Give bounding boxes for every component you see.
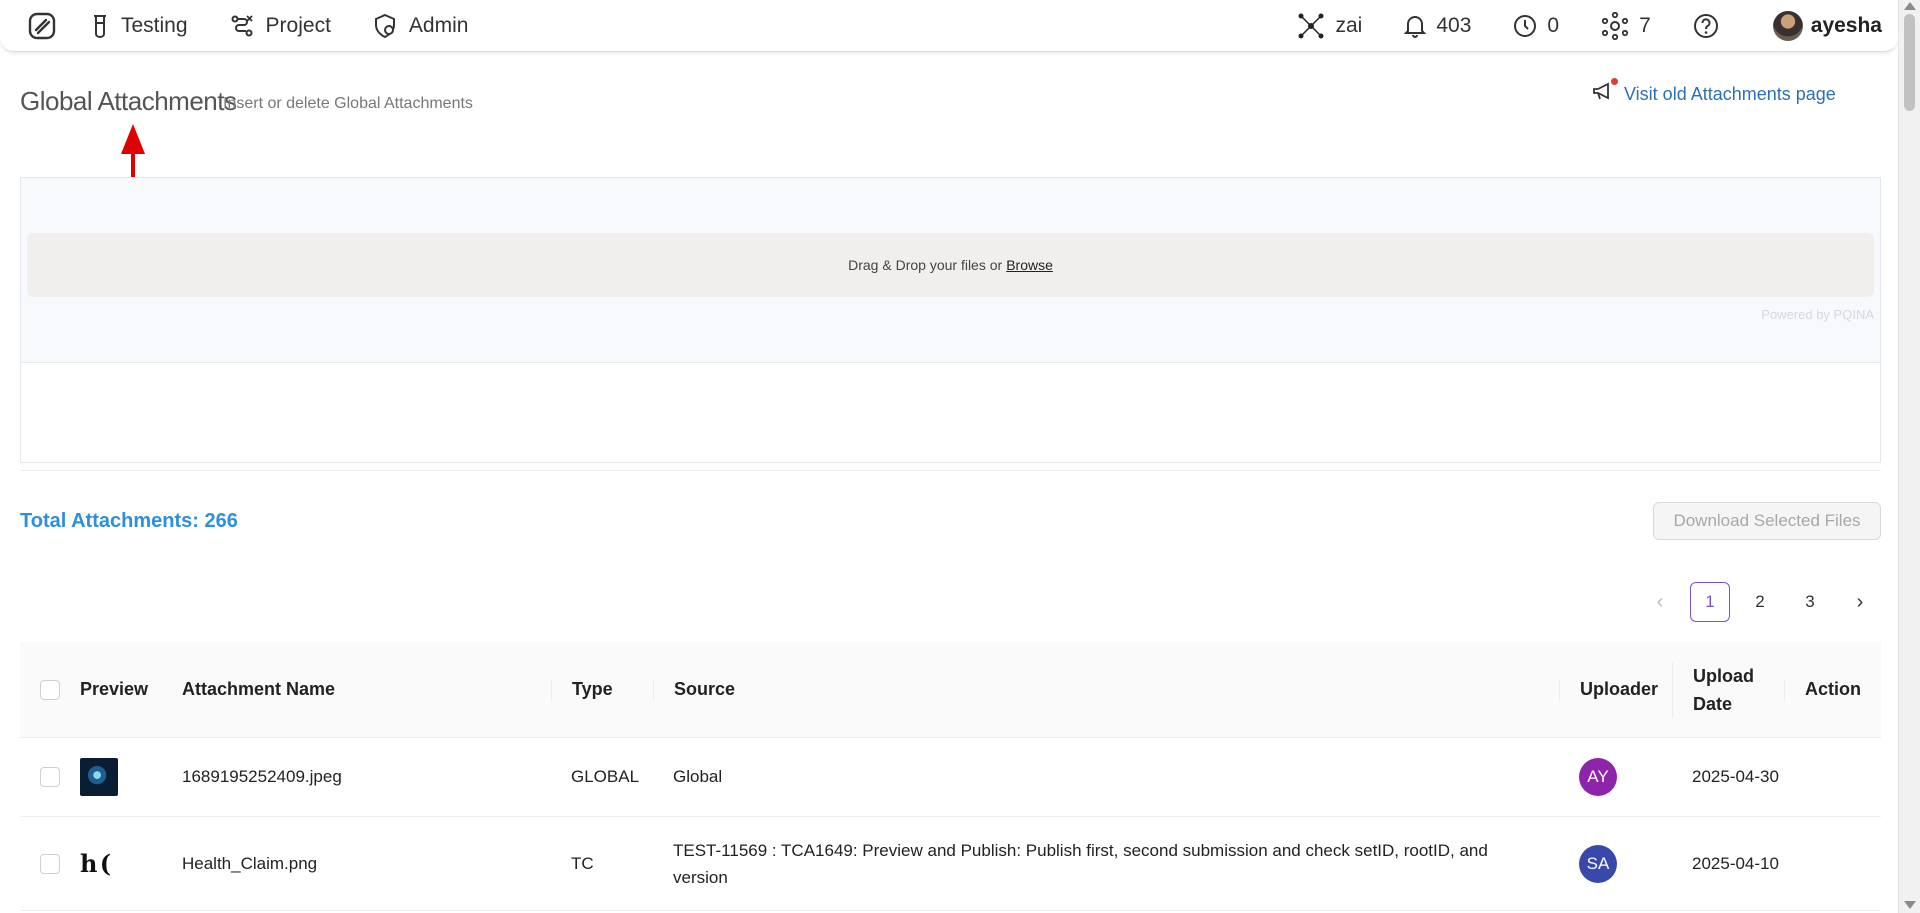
nav-admin-label: Admin <box>408 13 469 37</box>
nav-pending[interactable]: 0 <box>1513 14 1559 38</box>
nav-testing[interactable]: Testing <box>91 14 188 38</box>
attachment-name[interactable]: Health_Claim.png <box>182 854 551 874</box>
page-1[interactable]: 1 <box>1690 582 1730 622</box>
top-navbar: Testing Project Admin zai 403 0 7 ayesha <box>0 0 1898 52</box>
attachment-name[interactable]: 1689195252409.jpeg <box>182 767 551 787</box>
clock-icon <box>1514 14 1537 37</box>
attachments-table: Preview Attachment Name Type Source Uplo… <box>20 642 1881 911</box>
nav-testing-label: Testing <box>121 13 188 37</box>
avatar <box>1772 10 1803 41</box>
upload-area: Drag & Drop your files or Browse Powered… <box>21 178 1880 363</box>
route-icon <box>231 14 253 36</box>
username: ayesha <box>1810 13 1882 37</box>
visit-old-attachments-label: Visit old Attachments page <box>1624 84 1836 104</box>
col-preview: Preview <box>80 679 149 699</box>
pagination: ‹ 1 2 3 › <box>1640 582 1890 622</box>
user-menu[interactable]: ayesha <box>1772 10 1882 41</box>
nav-admin[interactable]: Admin <box>373 13 469 39</box>
nav-project-label: Project <box>265 13 331 37</box>
divider <box>20 470 1881 471</box>
scroll-thumb[interactable] <box>1904 14 1915 111</box>
nav-notifications[interactable]: 403 <box>1404 14 1471 38</box>
dropzone-prompt: Drag & Drop your files or <box>848 257 1003 273</box>
network-nodes-icon <box>1298 13 1324 38</box>
prev-page-icon[interactable]: ‹ <box>1640 582 1680 622</box>
upload-date: 2025-04-30 <box>1692 767 1779 786</box>
bell-icon <box>1404 15 1427 38</box>
flask-icon <box>94 14 106 38</box>
powered-by-label: Powered by PQINA <box>1761 307 1874 322</box>
nav-zai-label: zai <box>1335 13 1363 37</box>
attachment-type: GLOBAL <box>571 767 640 786</box>
attachment-source: TEST-11569 : TCA1649: Preview and Publis… <box>673 840 1488 887</box>
image-thumbnail[interactable]: h ( <box>80 849 120 879</box>
pending-count: 0 <box>1547 13 1560 37</box>
scroll-down-arrow-icon[interactable] <box>1904 901 1916 909</box>
upload-panel: Drag & Drop your files or Browse Powered… <box>20 177 1881 463</box>
page-3[interactable]: 3 <box>1790 582 1830 622</box>
integrations-count: 7 <box>1639 13 1651 37</box>
row-checkbox[interactable] <box>40 853 60 874</box>
notification-count: 403 <box>1436 13 1472 37</box>
file-dropzone[interactable]: Drag & Drop your files or Browse <box>27 233 1874 297</box>
hub-icon <box>1601 11 1629 40</box>
col-upload-date[interactable]: Upload Date <box>1672 661 1784 718</box>
image-thumbnail[interactable] <box>80 758 118 796</box>
browse-link[interactable]: Browse <box>1006 257 1053 273</box>
col-type[interactable]: Type <box>551 679 653 700</box>
uploader-avatar: AY <box>1579 758 1617 796</box>
next-page-icon[interactable]: › <box>1840 582 1880 622</box>
table-header: Preview Attachment Name Type Source Uplo… <box>20 642 1881 738</box>
question-circle-icon <box>1693 13 1718 38</box>
nav-project[interactable]: Project <box>230 14 331 38</box>
megaphone-icon <box>1592 78 1618 107</box>
notification-dot <box>1611 78 1618 85</box>
nav-zai[interactable]: zai <box>1297 12 1362 40</box>
select-all-checkbox[interactable] <box>40 679 60 700</box>
uploader-avatar: SA <box>1579 844 1617 883</box>
scroll-up-arrow-icon[interactable] <box>1904 2 1916 10</box>
page-2[interactable]: 2 <box>1740 582 1780 622</box>
col-attachment-name[interactable]: Attachment Name <box>182 679 551 700</box>
row-checkbox[interactable] <box>40 767 60 787</box>
vertical-scrollbar[interactable] <box>1898 0 1920 913</box>
table-row[interactable]: h ( Health_Claim.png TC TEST-11569 : TCA… <box>20 817 1881 911</box>
nav-integrations[interactable]: 7 <box>1601 11 1651 40</box>
col-source[interactable]: Source <box>653 679 1559 700</box>
attachment-source: Global <box>673 767 723 786</box>
help-button[interactable] <box>1693 13 1729 39</box>
shield-gear-icon <box>374 13 395 38</box>
page-title: Global Attachments <box>20 86 237 116</box>
col-uploader[interactable]: Uploader <box>1559 679 1672 700</box>
app-logo-icon[interactable] <box>27 11 57 41</box>
download-selected-button[interactable]: Download Selected Files <box>1653 502 1881 540</box>
visit-old-attachments-link[interactable]: Visit old Attachments page <box>1592 78 1836 107</box>
col-action: Action <box>1784 679 1881 700</box>
upload-date: 2025-04-10 <box>1692 853 1779 873</box>
page-subtitle: Insert or delete Global Attachments <box>223 95 473 112</box>
table-row[interactable]: 1689195252409.jpeg GLOBAL Global AY 2025… <box>20 738 1881 817</box>
total-attachments: Total Attachments: 266 <box>20 510 238 532</box>
attachment-type: TC <box>571 853 594 873</box>
